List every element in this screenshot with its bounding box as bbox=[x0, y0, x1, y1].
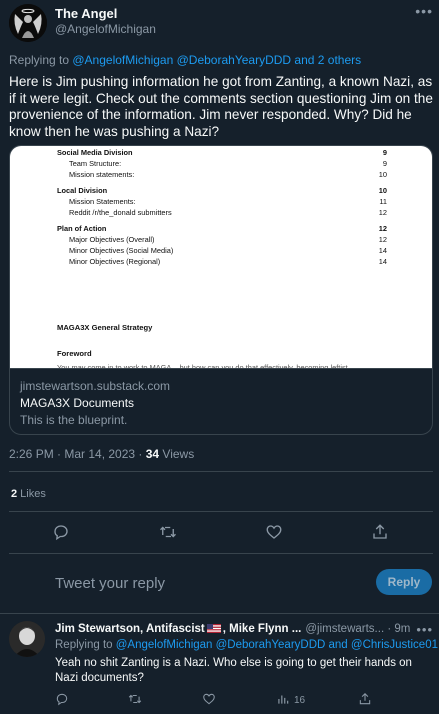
doc-toc-label: Minor Objectives (Regional) bbox=[69, 257, 161, 266]
divider bbox=[9, 553, 433, 554]
reply-actions: 16 bbox=[0, 692, 439, 712]
doc-toc-row: Social Media Division 9 bbox=[57, 148, 387, 158]
doc-toc-label: Major Objectives (Overall) bbox=[69, 235, 155, 244]
reply-author-name-rest[interactable]: , Mike Flynn ... bbox=[223, 623, 302, 635]
doc-toc-row: Minor Objectives (Regional) 14 bbox=[57, 257, 387, 267]
doc-toc-label: Local Division bbox=[57, 186, 108, 195]
doc-toc-page: 14 bbox=[378, 246, 387, 255]
card-meta: jimstewartson.substack.com MAGA3X Docume… bbox=[10, 368, 432, 434]
replying-prefix: Replying to bbox=[9, 53, 73, 67]
divider bbox=[9, 471, 433, 472]
likes-label: Likes bbox=[17, 488, 46, 500]
tweet-text: Here is Jim pushing information he got f… bbox=[9, 74, 437, 139]
reply-author-handle[interactable]: @jimstewarts... bbox=[305, 623, 384, 635]
reply-share-icon[interactable] bbox=[358, 692, 372, 710]
doc-toc-page: 10 bbox=[378, 170, 387, 179]
tweet-actions bbox=[0, 521, 439, 543]
reply-retweet-icon[interactable] bbox=[128, 692, 142, 710]
reply-tweet[interactable]: Jim Stewartson, Antifascist , Mike Flynn … bbox=[0, 614, 439, 714]
replying-to-link[interactable]: @AngelofMichigan @DeborahYearyDDD and 2 … bbox=[72, 53, 361, 67]
doc-toc-label: Reddit /r/the_donald submitters bbox=[69, 208, 172, 217]
card-title: MAGA3X Documents bbox=[20, 396, 135, 410]
doc-toc-page: 10 bbox=[378, 186, 387, 195]
card-domain: jimstewartson.substack.com bbox=[20, 379, 171, 393]
reply-replying-to-link[interactable]: @AngelofMichigan @DeborahYearyDDD and @C… bbox=[116, 639, 438, 651]
author-avatar[interactable] bbox=[9, 4, 47, 42]
reply-replying-to: Replying to @AngelofMichigan @DeborahYea… bbox=[55, 639, 438, 651]
timestamp-text[interactable]: 2:26 PM · Mar 14, 2023 · bbox=[9, 447, 146, 461]
reply-time[interactable]: · 9m bbox=[384, 623, 410, 635]
link-card[interactable]: Social Media Division 9 Team Structure: 9 Mi… bbox=[9, 145, 433, 435]
replying-to: Replying to @AngelofMichigan @DeborahYea… bbox=[9, 53, 361, 67]
reply-input[interactable] bbox=[55, 572, 345, 594]
doc-toc-row: Major Objectives (Overall) 12 bbox=[57, 235, 387, 245]
reply-author-avatar[interactable] bbox=[9, 621, 45, 657]
doc-toc-label: Minor Objectives (Social Media) bbox=[69, 246, 174, 255]
doc-toc-label: Social Media Division bbox=[57, 148, 133, 157]
tweet-timestamp: 2:26 PM · Mar 14, 2023 · 34 Views bbox=[9, 447, 194, 461]
retweet-icon[interactable] bbox=[157, 521, 179, 543]
reply-like-icon[interactable] bbox=[202, 692, 216, 710]
doc-toc-row: Plan of Action 12 bbox=[57, 224, 387, 234]
doc-toc-page: 11 bbox=[379, 197, 387, 206]
author-handle[interactable]: @AngelofMichigan bbox=[55, 22, 156, 36]
views-label: Views bbox=[159, 447, 195, 461]
card-image: Social Media Division 9 Team Structure: 9 Mi… bbox=[10, 146, 432, 368]
likes-stat[interactable]: 2 Likes bbox=[11, 488, 46, 500]
doc-toc-page: 9 bbox=[382, 159, 387, 168]
doc-toc-row: Mission statements: 10 bbox=[57, 170, 387, 180]
doc-toc-row: Local Division 10 bbox=[57, 186, 387, 196]
doc-toc-page: 14 bbox=[378, 257, 387, 266]
views-icon bbox=[278, 695, 289, 704]
more-icon[interactable]: ••• bbox=[415, 3, 433, 19]
reply-compose: Reply bbox=[0, 563, 439, 607]
doc-toc-row: Team Structure: 9 bbox=[57, 159, 387, 169]
doc-toc-row: Reddit /r/the_donald submitters 12 bbox=[57, 208, 387, 218]
reply-header: Jim Stewartson, Antifascist , Mike Flynn … bbox=[55, 623, 435, 635]
reply-views-stat[interactable]: 16 bbox=[276, 692, 305, 710]
doc-toc-label: Plan of Action bbox=[57, 224, 107, 233]
reply-text: Yeah no shit Zanting is a Nazi. Who else… bbox=[55, 657, 412, 684]
card-description: This is the blueprint. bbox=[20, 413, 128, 427]
reply-author-name[interactable]: Jim Stewartson, Antifascist bbox=[55, 623, 205, 635]
like-icon[interactable] bbox=[263, 521, 285, 543]
doc-toc-page: 12 bbox=[378, 224, 387, 233]
doc-toc-label: Team Structure: bbox=[69, 159, 122, 168]
doc-heading-foreword: Foreword bbox=[57, 349, 92, 358]
author-name[interactable]: The Angel bbox=[55, 6, 117, 21]
us-flag-icon bbox=[206, 624, 221, 633]
reply-icon[interactable] bbox=[50, 521, 72, 543]
views-count: 34 bbox=[145, 447, 160, 461]
doc-toc-page: 9 bbox=[382, 148, 387, 157]
doc-toc-row: Mission Statements: 11 bbox=[57, 197, 387, 207]
doc-toc-page: 12 bbox=[378, 208, 387, 217]
divider bbox=[9, 511, 433, 512]
reply-reply-icon[interactable] bbox=[55, 692, 69, 710]
reply-views-count: 16 bbox=[294, 695, 306, 706]
share-icon[interactable] bbox=[369, 521, 391, 543]
doc-toc-label: Mission statements: bbox=[69, 170, 135, 179]
tweet-header: The Angel @AngelofMichigan ••• bbox=[0, 0, 439, 48]
reply-replying-prefix: Replying to bbox=[55, 639, 116, 651]
doc-heading-strategy: MAGA3X General Strategy bbox=[57, 323, 153, 332]
doc-toc-page: 12 bbox=[378, 235, 387, 244]
reply-more-icon[interactable]: ••• bbox=[416, 622, 433, 637]
reply-button[interactable]: Reply bbox=[376, 569, 432, 595]
doc-toc-row: Minor Objectives (Social Media) 14 bbox=[57, 246, 387, 256]
doc-toc-label: Mission Statements: bbox=[69, 197, 136, 206]
